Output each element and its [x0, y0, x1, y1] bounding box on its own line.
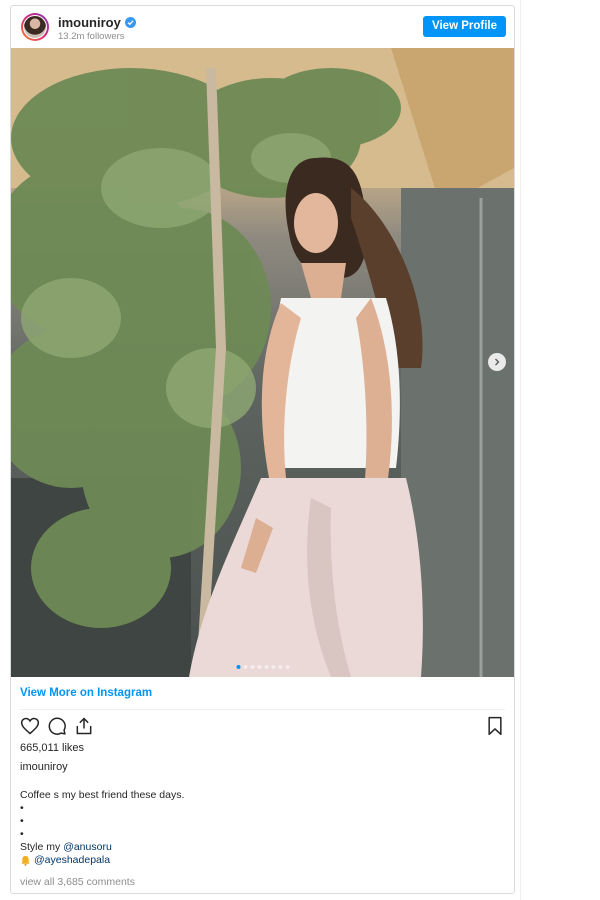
like-button[interactable] [20, 716, 40, 736]
carousel-dot [257, 665, 261, 669]
caption-line: Coffee s my best friend these days. [20, 789, 185, 801]
username-link[interactable]: imouniroy [58, 15, 121, 30]
carousel-dot [264, 665, 268, 669]
photo-illustration [11, 48, 514, 677]
carousel-dot [271, 665, 275, 669]
carousel-dot [243, 665, 247, 669]
carousel-dots [236, 665, 289, 669]
heart-icon [20, 717, 40, 735]
username-row: imouniroy [58, 15, 136, 30]
view-comments-link[interactable]: view all 3,685 comments [20, 876, 135, 888]
avatar[interactable] [21, 13, 49, 41]
carousel-dot [278, 665, 282, 669]
photographer-mention[interactable]: @ayeshadepala [34, 854, 110, 867]
like-count[interactable]: 665,011 likes [20, 742, 84, 754]
post-caption: Coffee s my best friend these days. • • … [20, 789, 184, 867]
divider [20, 709, 505, 710]
view-profile-button[interactable]: View Profile [423, 16, 506, 37]
caption-line: • [20, 815, 24, 827]
share-button[interactable] [74, 716, 94, 736]
bookmark-icon [488, 716, 502, 736]
carousel-dot [236, 665, 240, 669]
style-credit-line: Style my @anusoru [20, 841, 184, 854]
post-header: imouniroy 13.2m followers View Profile [11, 6, 514, 48]
comment-button[interactable] [47, 716, 67, 736]
share-icon [76, 717, 92, 735]
save-button[interactable] [485, 716, 505, 736]
caption-line: • [20, 802, 24, 814]
page-divider [520, 0, 521, 900]
post-photo[interactable] [11, 48, 514, 677]
caption-username[interactable]: imouniroy [20, 761, 68, 773]
view-more-link[interactable]: View More on Instagram [20, 687, 152, 699]
caption-line: • [20, 828, 24, 840]
next-photo-button[interactable] [488, 353, 506, 371]
stylist-mention[interactable]: @anusoru [63, 841, 112, 853]
instagram-embed-card: imouniroy 13.2m followers View Profile V… [10, 5, 515, 894]
chevron-right-icon [495, 358, 500, 366]
verified-badge-icon [124, 17, 136, 28]
style-credit-label: Style my [20, 841, 64, 853]
carousel-dot [250, 665, 254, 669]
comment-icon [48, 717, 66, 735]
follower-count: 13.2m followers [58, 31, 125, 42]
bell-emoji-icon [21, 855, 30, 866]
carousel-dot [285, 665, 289, 669]
emoji-credit-line: @ayeshadepala [20, 854, 184, 867]
